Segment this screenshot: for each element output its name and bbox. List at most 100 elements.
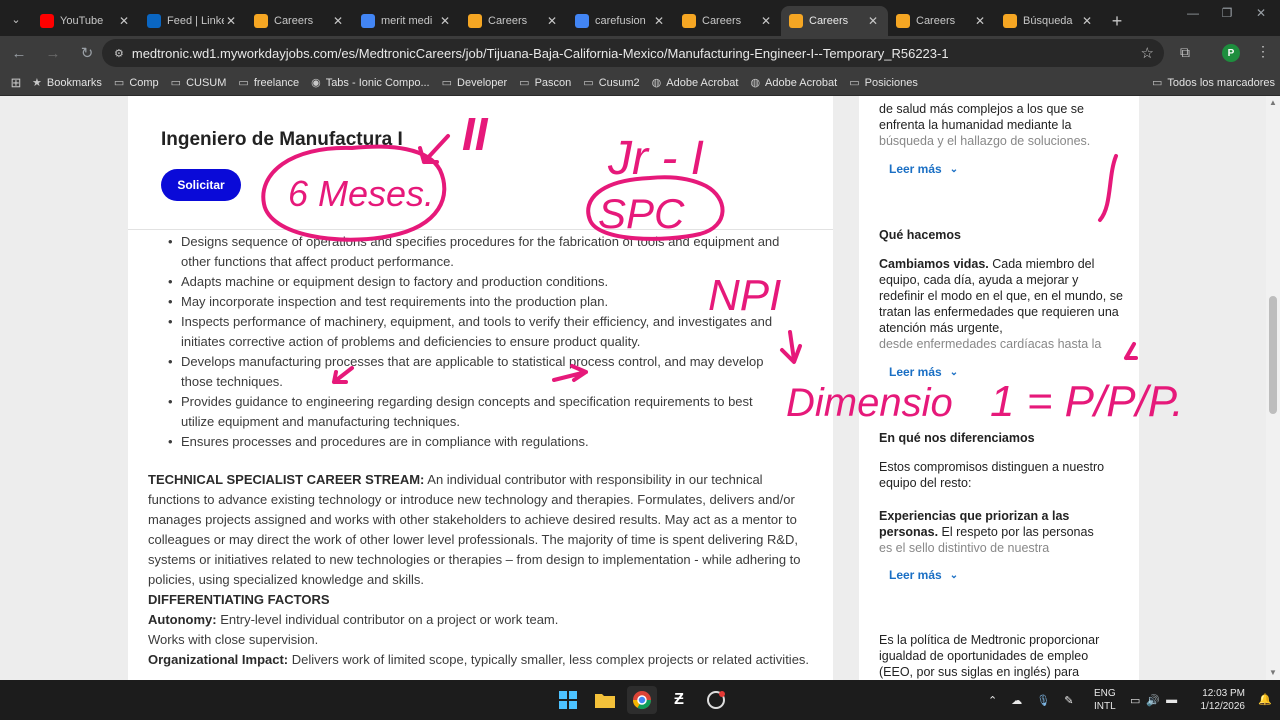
file-explorer-button[interactable] bbox=[590, 686, 620, 714]
bookmark-item[interactable]: ★ Bookmarks bbox=[32, 76, 102, 90]
chevron-down-icon: ⌄ bbox=[949, 569, 959, 581]
site-info-icon[interactable]: ⚙ bbox=[114, 47, 124, 60]
browser-tab[interactable]: Careers ✕ bbox=[888, 6, 995, 36]
workday-icon bbox=[682, 14, 696, 28]
close-tab-icon[interactable]: ✕ bbox=[331, 14, 345, 28]
close-tab-icon[interactable]: ✕ bbox=[438, 14, 452, 28]
responsibility-item: Ensures processes and procedures are in … bbox=[168, 432, 781, 452]
window-controls: — ❐ ✕ bbox=[1176, 6, 1278, 20]
read-more-link-2[interactable]: Leer más ⌄ bbox=[889, 365, 958, 379]
volume-icon: 🔊 bbox=[1146, 694, 1161, 707]
status-icons[interactable]: ▭ 🔊 ▬ bbox=[1130, 680, 1177, 720]
back-button[interactable]: ← bbox=[4, 38, 34, 68]
close-tab-icon[interactable]: ✕ bbox=[973, 14, 987, 28]
bookmark-item[interactable]: ▭ Developer bbox=[442, 76, 508, 90]
bookmark-item[interactable]: ▭ Posiciones bbox=[849, 76, 918, 90]
close-tab-icon[interactable]: ✕ bbox=[652, 14, 666, 28]
close-tab-icon[interactable]: ✕ bbox=[224, 14, 238, 28]
browser-tab[interactable]: carefusion ✕ bbox=[567, 6, 674, 36]
read-more-link-3[interactable]: Leer más ⌄ bbox=[889, 568, 958, 582]
bookmark-item[interactable]: ▭ freelance bbox=[238, 76, 299, 90]
close-window-button[interactable]: ✕ bbox=[1244, 6, 1278, 20]
bookmark-star-icon[interactable]: ☆ bbox=[1141, 44, 1154, 62]
tab-label: Careers bbox=[488, 15, 528, 27]
what-we-do-heading: Qué hacemos bbox=[879, 228, 961, 242]
windows-logo-icon bbox=[559, 691, 577, 709]
bookmark-label: Tabs - Ionic Compo... bbox=[325, 76, 430, 89]
apps-grid-icon[interactable]: ⊞ bbox=[0, 75, 32, 91]
arrow-right-icon: → bbox=[45, 44, 61, 62]
supervision-line: Works with close supervision. bbox=[148, 632, 319, 647]
browser-tab[interactable]: Feed | Linke ✕ bbox=[139, 6, 246, 36]
browser-tab[interactable]: Búsqueda ✕ bbox=[995, 6, 1102, 36]
chevron-up-icon[interactable]: ⌃ bbox=[988, 694, 997, 707]
forward-button[interactable]: → bbox=[38, 38, 68, 68]
chevron-down-icon: ⌄ bbox=[949, 163, 959, 175]
youtube-icon bbox=[40, 14, 54, 28]
pen-icon[interactable]: ✎ bbox=[1064, 694, 1073, 707]
cloud-icon[interactable]: ☁ bbox=[1011, 694, 1022, 707]
browser-menu-icon[interactable]: ⋮ bbox=[1256, 43, 1270, 60]
read-more-link-1[interactable]: Leer más ⌄ bbox=[889, 162, 958, 176]
scroll-down-icon[interactable]: ▼ bbox=[1269, 668, 1277, 677]
apply-button[interactable]: Solicitar bbox=[161, 169, 241, 201]
ionic-icon: ◉ bbox=[311, 77, 321, 89]
microphone-icon[interactable]: 🎙 bbox=[1036, 694, 1050, 707]
differentiating-heading: DIFFERENTIATING FACTORS bbox=[148, 592, 330, 607]
new-tab-button[interactable]: + bbox=[1102, 6, 1132, 36]
close-tab-icon[interactable]: ✕ bbox=[117, 14, 131, 28]
maximize-button[interactable]: ❐ bbox=[1210, 6, 1244, 20]
address-bar[interactable]: ⚙ medtronic.wd1.myworkdayjobs.com/es/Med… bbox=[102, 39, 1164, 67]
language-indicator[interactable]: ENG INTL bbox=[1094, 687, 1116, 713]
all-bookmarks-button[interactable]: ▭ Todos los marcadores bbox=[1152, 76, 1276, 90]
bookmark-item[interactable]: ◉ Tabs - Ionic Compo... bbox=[311, 76, 430, 90]
start-button[interactable] bbox=[553, 686, 583, 714]
scroll-up-icon[interactable]: ▲ bbox=[1269, 98, 1277, 107]
pen-app-button[interactable]: Ƶ bbox=[664, 686, 694, 714]
folder-icon: ▭ bbox=[238, 77, 249, 89]
browser-tab[interactable]: YouTube ✕ bbox=[32, 6, 139, 36]
notification-icon[interactable]: 🔔 bbox=[1258, 693, 1272, 706]
reload-icon: ↻ bbox=[80, 45, 94, 62]
responsibilities-list: Designs sequence of operations and speci… bbox=[168, 232, 781, 452]
bookmark-item[interactable]: ▭ Comp bbox=[114, 76, 159, 90]
tab-search-button[interactable]: ⌄ bbox=[0, 2, 32, 36]
bookmark-item[interactable]: ▭ CUSUM bbox=[171, 76, 227, 90]
company-info-card: de salud más complejos a los que se enfr… bbox=[859, 96, 1139, 680]
taskbar-clock[interactable]: 12:03 PM 1/12/2026 bbox=[1195, 687, 1246, 713]
close-tab-icon[interactable]: ✕ bbox=[866, 14, 880, 28]
globe-icon: ◍ bbox=[651, 77, 662, 89]
browser-tab[interactable]: Careers ✕ bbox=[246, 6, 353, 36]
reload-button[interactable]: ↻ bbox=[72, 38, 102, 68]
close-tab-icon[interactable]: ✕ bbox=[1080, 14, 1094, 28]
scroll-thumb[interactable] bbox=[1269, 296, 1277, 414]
bookmark-item[interactable]: ◍ Adobe Acrobat bbox=[750, 76, 837, 90]
bookmark-item[interactable]: ◍ Adobe Acrobat bbox=[651, 76, 739, 90]
bookmark-item[interactable]: ▭ Pascon bbox=[519, 76, 571, 90]
extensions-icon[interactable]: ⧉ bbox=[1180, 44, 1190, 61]
bookmark-item[interactable]: ▭ Cusum2 bbox=[583, 76, 639, 90]
browser-tab[interactable]: Careers ✕ bbox=[460, 6, 567, 36]
system-tray: ⌃ ☁ 🎙 ✎ bbox=[988, 680, 1073, 720]
recorder-icon bbox=[707, 691, 725, 709]
browser-tab[interactable]: Careers ✕ bbox=[781, 6, 888, 36]
browser-tab[interactable]: merit medi ✕ bbox=[353, 6, 460, 36]
all-bookmarks-label: Todos los marcadores bbox=[1167, 76, 1276, 89]
browser-tab[interactable]: Careers ✕ bbox=[674, 6, 781, 36]
chrome-taskbar-button[interactable] bbox=[627, 686, 657, 714]
profile-avatar[interactable]: P bbox=[1222, 44, 1240, 62]
minimize-button[interactable]: — bbox=[1176, 6, 1210, 20]
recorder-app-button[interactable] bbox=[701, 686, 731, 714]
career-stream-text: An individual contributor with responsib… bbox=[148, 472, 801, 587]
tab-label: Careers bbox=[809, 15, 849, 27]
close-tab-icon[interactable]: ✕ bbox=[759, 14, 773, 28]
responsibility-item: May incorporate inspection and test requ… bbox=[168, 292, 781, 312]
people-first-paragraph: Experiencias que priorizan a las persona… bbox=[879, 509, 1094, 555]
org-impact-label: Organizational Impact: bbox=[148, 652, 289, 667]
tab-label: Careers bbox=[274, 15, 314, 27]
tab-label: Careers bbox=[702, 15, 742, 27]
page-scrollbar[interactable]: ▲ ▼ bbox=[1266, 96, 1280, 680]
workday-icon bbox=[468, 14, 482, 28]
folder-icon bbox=[595, 694, 615, 708]
close-tab-icon[interactable]: ✕ bbox=[545, 14, 559, 28]
